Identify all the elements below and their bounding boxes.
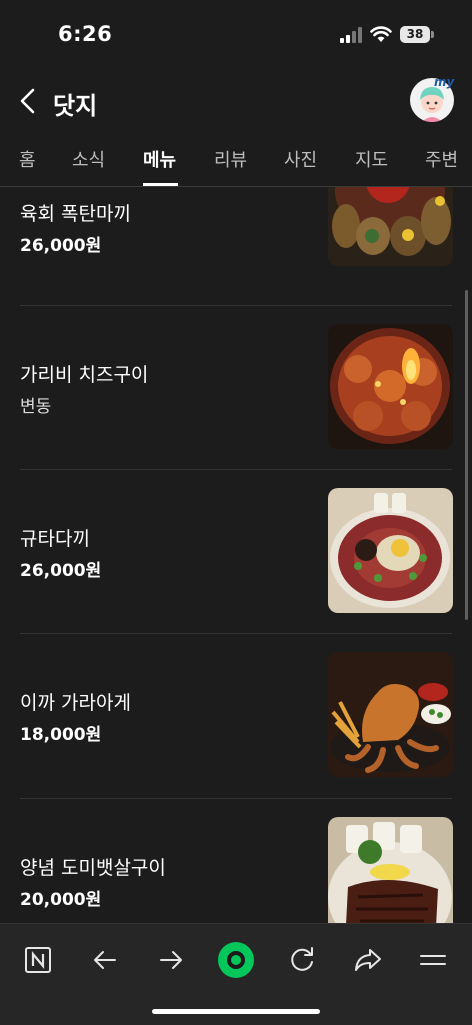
page-title: 닷지 — [53, 92, 98, 120]
menu-icon[interactable] — [411, 938, 455, 982]
tab-home[interactable]: 홈 — [19, 146, 36, 172]
header: 닷지 my — [0, 70, 472, 134]
tab-menu[interactable]: 메뉴 — [143, 146, 176, 172]
menu-item[interactable]: 가리비 치즈구이 변동 — [0, 306, 472, 470]
wifi-icon — [370, 26, 392, 42]
menu-item[interactable]: 이까 가라아게 18,000원 — [0, 634, 472, 798]
menu-item[interactable]: 규타다끼 26,000원 — [0, 470, 472, 634]
menu-item[interactable]: 육회 폭탄마끼 26,000원 — [0, 187, 472, 305]
menu-item-photo — [328, 652, 453, 777]
tab-bar: 홈 소식 메뉴 리뷰 사진 지도 주변 — [0, 134, 472, 187]
scrollbar[interactable] — [465, 290, 468, 620]
status-time: 6:26 — [58, 22, 113, 46]
signal-icon — [340, 27, 364, 43]
tab-photo[interactable]: 사진 — [284, 146, 317, 172]
menu-item-price: 18,000원 — [20, 725, 102, 745]
menu-item[interactable]: 양념 도미뱃살구이 20,000원 — [0, 799, 472, 923]
avatar-badge: my — [434, 75, 455, 89]
menu-item-photo — [328, 187, 453, 266]
tab-nearby[interactable]: 주변 — [425, 146, 458, 172]
back-arrow-icon[interactable] — [83, 938, 127, 982]
battery-tip — [431, 31, 434, 38]
tab-news[interactable]: 소식 — [72, 146, 105, 172]
share-icon[interactable] — [346, 938, 390, 982]
naver-logo-icon[interactable] — [16, 938, 60, 982]
menu-item-price: 변동 — [20, 397, 52, 417]
forward-arrow-icon[interactable] — [149, 938, 193, 982]
menu-item-name: 육회 폭탄마끼 — [20, 203, 131, 225]
menu-item-name: 양념 도미뱃살구이 — [20, 857, 166, 879]
green-dot-icon[interactable] — [214, 938, 258, 982]
refresh-icon[interactable] — [280, 938, 324, 982]
menu-item-price: 20,000원 — [20, 890, 102, 910]
menu-item-price: 26,000원 — [20, 561, 102, 581]
tab-review[interactable]: 리뷰 — [214, 146, 247, 172]
tab-map[interactable]: 지도 — [355, 146, 388, 172]
menu-item-photo — [328, 817, 453, 923]
menu-item-photo — [328, 488, 453, 613]
menu-item-photo — [328, 324, 453, 449]
menu-item-name: 규타다끼 — [20, 528, 90, 550]
status-bar: 6:26 38 — [0, 0, 472, 70]
battery-indicator: 38 — [400, 26, 430, 43]
tab-active-indicator — [143, 183, 178, 186]
menu-item-price: 26,000원 — [20, 236, 102, 256]
home-indicator[interactable] — [152, 1009, 320, 1014]
menu-item-name: 가리비 치즈구이 — [20, 364, 149, 386]
menu-item-name: 이까 가라아게 — [20, 692, 131, 714]
back-chevron-icon[interactable] — [14, 84, 44, 118]
menu-list: 육회 폭탄마끼 26,000원 가리비 치즈구이 변동 규타다끼 26,000원… — [0, 187, 472, 923]
